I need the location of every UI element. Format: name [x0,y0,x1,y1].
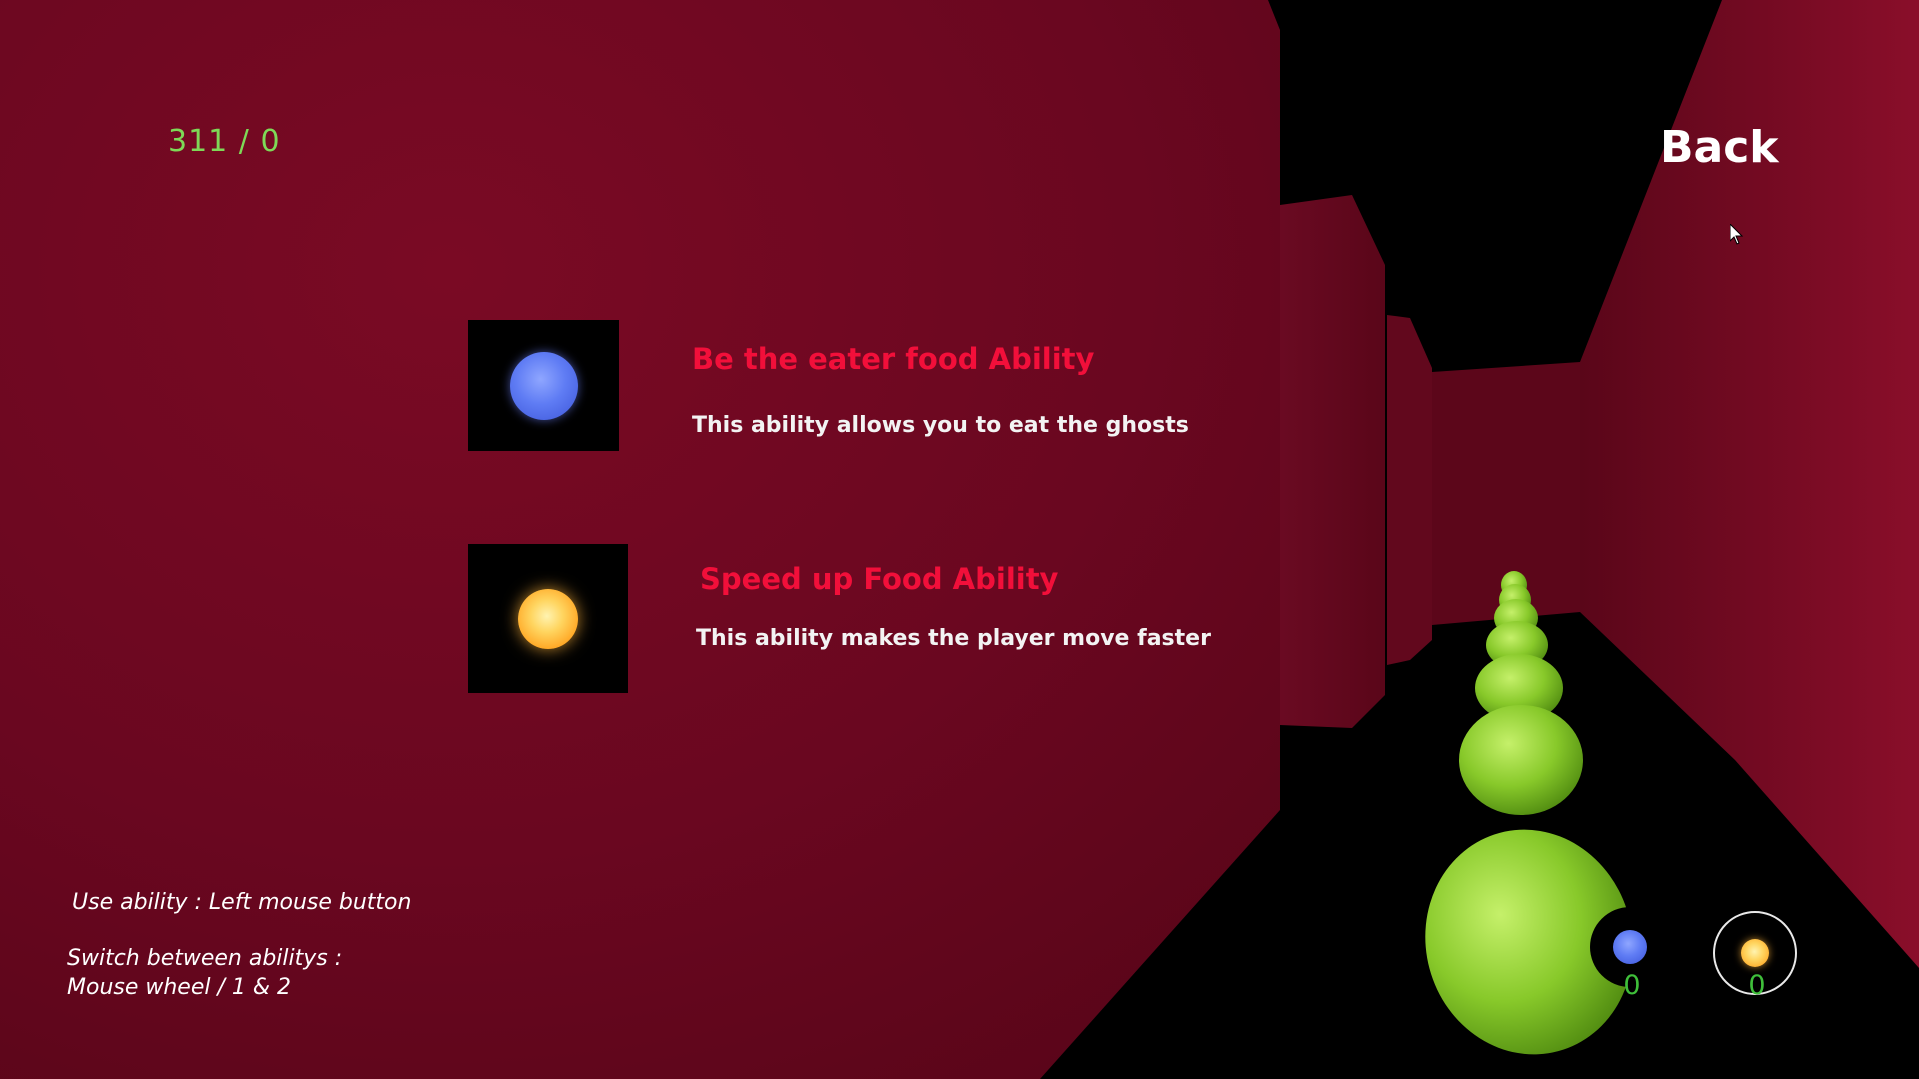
blue-orb-icon [1613,930,1647,964]
back-button[interactable]: Back [1660,122,1779,173]
ability-eater-description: This ability allows you to eat the ghost… [692,413,1189,438]
ability-speed-title: Speed up Food Ability [700,562,1059,596]
blue-orb-icon [509,351,578,420]
ability-eater-title: Be the eater food Ability [692,342,1095,376]
inventory-count-eater: 0 [1623,970,1641,1001]
golden-orb-icon [1741,939,1769,967]
golden-orb-icon [518,588,578,649]
ability-speed-description: This ability makes the player move faste… [696,626,1211,651]
mouse-cursor-icon [1730,224,1744,245]
switch-ability-hint: Switch between abilitys : Mouse wheel / … [67,944,342,1002]
score-counter: 311 / 0 [168,124,281,159]
switch-hint-line-2: Mouse wheel / 1 & 2 [67,975,292,1000]
ability-speed-thumbnail [468,544,628,693]
use-ability-hint: Use ability : Left mouse button [72,890,412,915]
switch-hint-line-1: Switch between abilitys : [67,946,343,971]
ability-eater-thumbnail [468,320,619,451]
ability-info-screen: 311 / 0 Back Be the eater food Ability T… [0,0,1919,1079]
inventory-count-speed: 0 [1748,970,1766,1001]
